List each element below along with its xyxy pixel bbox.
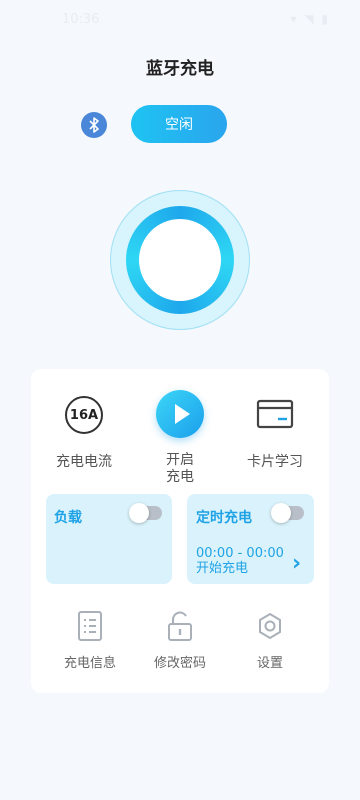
charge-info-label: 充电信息: [63, 656, 116, 671]
start-charging-label: 开启 充电: [140, 452, 220, 486]
status-badge: 空闲: [131, 105, 227, 143]
start-charging-label-line1: 开启: [166, 452, 194, 468]
timer-range: 00:00 - 00:00: [196, 546, 284, 561]
charge-current-label: 充电电流: [56, 454, 112, 470]
chevron-right-icon[interactable]: ›: [292, 551, 301, 576]
load-title: 负载: [54, 510, 82, 526]
timer-toggle-knob: [271, 503, 291, 523]
bluetooth-icon[interactable]: [81, 112, 107, 138]
card-icon[interactable]: [256, 398, 294, 430]
charge-ring-center: [139, 219, 221, 301]
load-toggle[interactable]: [129, 503, 162, 523]
load-toggle-knob: [129, 503, 149, 523]
start-charging-label-line2: 充电: [166, 469, 194, 485]
bluetooth-glyph: [89, 117, 99, 133]
status-indicators: ▾ ◥ ▮: [290, 12, 330, 26]
card-learning-label: 卡片学习: [247, 454, 303, 470]
timer-action[interactable]: 开始充电: [196, 561, 248, 576]
timer-toggle[interactable]: [271, 503, 304, 523]
settings-label: 设置: [256, 656, 283, 671]
gear-icon[interactable]: [255, 610, 285, 642]
start-charging-button[interactable]: [156, 390, 204, 438]
page-title: 蓝牙充电: [146, 59, 214, 79]
status-bar: 10:36 ▾ ◥ ▮: [0, 0, 360, 34]
timer-title: 定时充电: [196, 510, 252, 526]
change-password-label: 修改密码: [153, 656, 206, 671]
current-16a-icon[interactable]: 16A: [65, 396, 103, 434]
document-list-icon[interactable]: [75, 610, 105, 642]
unlock-icon[interactable]: [165, 610, 195, 642]
status-time: 10:36: [62, 12, 100, 27]
